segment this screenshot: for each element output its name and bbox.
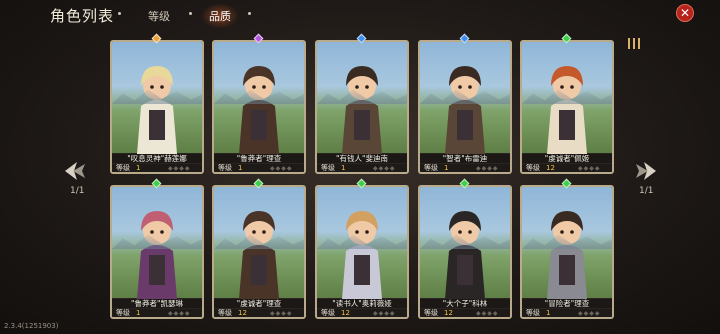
level-label: 等级	[321, 309, 335, 317]
level-value: 1	[546, 309, 551, 317]
character-card[interactable]: "虔诚者"理查 等级 12 ◆◆◆◆	[212, 185, 306, 319]
close-button[interactable]: ✕	[676, 4, 694, 22]
character-figure-icon	[239, 66, 279, 154]
character-name: "虔诚者"佩姬	[522, 154, 612, 163]
level-label: 等级	[424, 309, 438, 317]
tab-level[interactable]: 等级	[148, 8, 170, 24]
character-portrait	[522, 42, 612, 154]
character-name: "有钱人"斐迪南	[317, 154, 407, 163]
level-value: 12	[238, 309, 247, 317]
character-card[interactable]: "冒险者"理查 等级 1 ◆◆◆◆	[520, 185, 614, 319]
level-value: 1	[136, 309, 141, 317]
level-value: 1	[341, 164, 346, 172]
level-label: 等级	[218, 164, 232, 172]
character-portrait	[522, 187, 612, 299]
character-portrait	[317, 42, 407, 154]
character-portrait	[214, 187, 304, 299]
character-name: "虔诚者"理查	[214, 299, 304, 308]
character-name: "鲁莽者"理查	[214, 154, 304, 163]
level-label: 等级	[218, 309, 232, 317]
level-label: 等级	[321, 164, 335, 172]
level-label: 等级	[526, 164, 540, 172]
character-name: "读书人"奥莉薇娅	[317, 299, 407, 308]
character-card[interactable]: "鲁莽者"凯瑟琳 等级 1 ◆◆◆◆	[110, 185, 204, 319]
character-name: "鲁莽者"凯瑟琳	[112, 299, 202, 308]
star-rating-icon: ◆◆◆◆	[476, 310, 499, 317]
level-value: 12	[444, 309, 453, 317]
level-value: 1	[136, 164, 141, 172]
character-figure-icon	[239, 211, 279, 299]
character-card[interactable]: "鲁莽者"理查 等级 1 ◆◆◆◆	[212, 40, 306, 174]
level-row: 等级 1 ◆◆◆◆	[522, 309, 612, 317]
level-value: 12	[341, 309, 350, 317]
character-portrait	[214, 42, 304, 154]
character-card[interactable]: "智者"布雷迪 等级 1 ◆◆◆◆	[418, 40, 512, 174]
sort-filter-button[interactable]	[627, 37, 641, 50]
top-bar: 角色列表 等级 品质 ✕	[0, 0, 720, 30]
character-figure-icon	[137, 66, 177, 154]
level-row: 等级 1 ◆◆◆◆	[317, 164, 407, 172]
level-value: 1	[444, 164, 449, 172]
tab-separator	[118, 12, 121, 15]
character-card[interactable]: "读书人"奥莉薇娅 等级 12 ◆◆◆◆	[315, 185, 409, 319]
page-title: 角色列表	[50, 7, 115, 25]
star-rating-icon: ◆◆◆◆	[373, 310, 396, 317]
level-row: 等级 12 ◆◆◆◆	[214, 309, 304, 317]
character-card[interactable]: "大个子"科林 等级 12 ◆◆◆◆	[418, 185, 512, 319]
character-portrait	[317, 187, 407, 299]
character-card[interactable]: "虔诚者"佩姬 等级 12 ◆◆◆◆	[520, 40, 614, 174]
level-label: 等级	[116, 309, 130, 317]
star-rating-icon: ◆◆◆◆	[373, 165, 396, 172]
character-card[interactable]: "有钱人"斐迪南 等级 1 ◆◆◆◆	[315, 40, 409, 174]
character-figure-icon	[445, 66, 485, 154]
star-rating-icon: ◆◆◆◆	[578, 165, 601, 172]
level-value: 1	[238, 164, 243, 172]
close-icon: ✕	[679, 6, 691, 20]
tab-separator	[189, 12, 192, 15]
level-row: 等级 12 ◆◆◆◆	[420, 309, 510, 317]
character-portrait	[420, 42, 510, 154]
star-rating-icon: ◆◆◆◆	[270, 165, 293, 172]
star-rating-icon: ◆◆◆◆	[168, 310, 191, 317]
level-row: 等级 12 ◆◆◆◆	[317, 309, 407, 317]
page-indicator: 1/1	[70, 186, 85, 196]
level-row: 等级 1 ◆◆◆◆	[112, 164, 202, 172]
star-rating-icon: ◆◆◆◆	[578, 310, 601, 317]
star-rating-icon: ◆◆◆◆	[168, 165, 191, 172]
tab-separator	[248, 12, 251, 15]
character-name: "冒险者"理查	[522, 299, 612, 308]
character-portrait	[112, 187, 202, 299]
character-name: "智者"布雷迪	[420, 154, 510, 163]
character-figure-icon	[547, 66, 587, 154]
chevron-right-icon	[636, 162, 656, 180]
level-label: 等级	[424, 164, 438, 172]
character-figure-icon	[137, 211, 177, 299]
character-figure-icon	[547, 211, 587, 299]
character-portrait	[112, 42, 202, 154]
character-figure-icon	[445, 211, 485, 299]
page-indicator: 1/1	[639, 186, 654, 196]
character-figure-icon	[342, 66, 382, 154]
character-portrait	[420, 187, 510, 299]
chevron-left-icon	[65, 162, 85, 180]
star-rating-icon: ◆◆◆◆	[476, 165, 499, 172]
level-row: 等级 1 ◆◆◆◆	[112, 309, 202, 317]
prev-page-button[interactable]	[63, 160, 89, 182]
level-label: 等级	[526, 309, 540, 317]
character-card[interactable]: "叹息灵神"赫莲娜 等级 1 ◆◆◆◆	[110, 40, 204, 174]
tab-quality[interactable]: 品质	[201, 3, 239, 29]
level-label: 等级	[116, 164, 130, 172]
level-row: 等级 1 ◆◆◆◆	[214, 164, 304, 172]
character-name: "大个子"科林	[420, 299, 510, 308]
version-label: 2.3.4(1251903)	[4, 322, 59, 330]
star-rating-icon: ◆◆◆◆	[270, 310, 293, 317]
level-value: 12	[546, 164, 555, 172]
character-figure-icon	[342, 211, 382, 299]
level-row: 等级 1 ◆◆◆◆	[420, 164, 510, 172]
level-row: 等级 12 ◆◆◆◆	[522, 164, 612, 172]
character-name: "叹息灵神"赫莲娜	[112, 154, 202, 163]
next-page-button[interactable]	[632, 160, 658, 182]
